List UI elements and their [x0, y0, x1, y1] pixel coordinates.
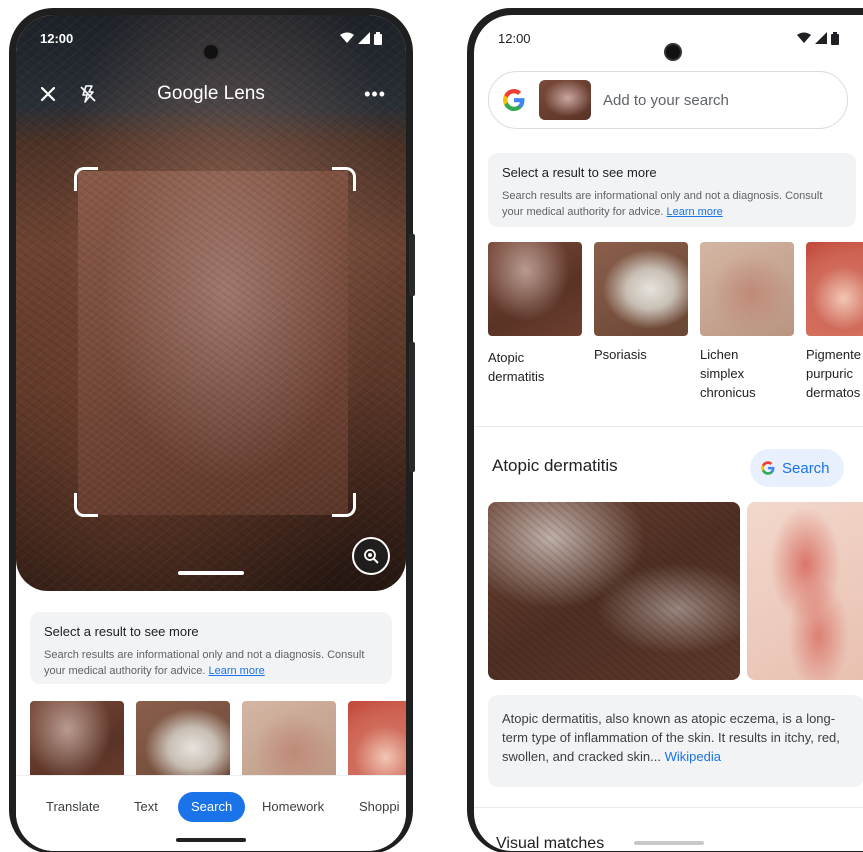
- topic-description-card[interactable]: Atopic dermatitis, also known as atopic …: [488, 695, 863, 787]
- wifi-icon: [797, 32, 811, 43]
- disclaimer-card: Select a result to see more Search resul…: [488, 153, 856, 227]
- section-divider: [474, 807, 863, 808]
- signal-icon: [815, 32, 827, 44]
- visual-matches-heading: Visual matches: [496, 835, 605, 851]
- app-title: Google Lens: [157, 83, 265, 104]
- status-time: 12:00: [498, 30, 531, 46]
- result-label[interactable]: Pigmente purpuric dermatos: [806, 345, 863, 402]
- result-label[interactable]: Atopic dermatitis: [488, 348, 578, 386]
- selection-region[interactable]: [78, 171, 348, 515]
- search-placeholder: Add to your search: [603, 91, 729, 109]
- status-icons: [340, 31, 382, 45]
- result-label[interactable]: Psoriasis: [594, 345, 684, 364]
- result-thumbnail-lichen[interactable]: [700, 242, 794, 336]
- search-box[interactable]: Add to your search: [488, 71, 848, 129]
- topic-search-label: Search: [782, 459, 830, 477]
- home-gesture-bar[interactable]: [176, 838, 246, 842]
- mode-shopping[interactable]: Shoppi: [359, 792, 399, 822]
- sheet-drag-handle[interactable]: [178, 571, 244, 575]
- phone-right: 12:00 Add to your search Select a result…: [467, 8, 863, 852]
- power-button: [409, 342, 415, 472]
- result-thumbnail-psoriasis[interactable]: [594, 242, 688, 336]
- mode-homework[interactable]: Homework: [262, 792, 324, 822]
- crop-handle-top-right[interactable]: [332, 167, 356, 191]
- disclaimer-heading: Select a result to see more: [44, 624, 199, 639]
- disclaimer-card: Select a result to see more Search resul…: [30, 612, 392, 684]
- learn-more-link[interactable]: Learn more: [208, 665, 264, 677]
- status-icons: [797, 31, 839, 45]
- google-logo-icon: [503, 89, 525, 111]
- mode-translate[interactable]: Translate: [46, 792, 100, 822]
- lens-toolbar: Google Lens •••: [16, 77, 406, 111]
- volume-button: [409, 234, 415, 296]
- crop-handle-top-left[interactable]: [74, 167, 98, 191]
- disclaimer-text: Search results are informational only an…: [502, 190, 823, 218]
- mode-selector: Translate Text Search Homework Shoppi: [16, 775, 406, 851]
- results-screen: 12:00 Add to your search Select a result…: [474, 15, 863, 851]
- home-gesture-bar[interactable]: [634, 841, 704, 845]
- image-search-icon[interactable]: [352, 537, 390, 575]
- camera-viewfinder[interactable]: 12:00 Google Lens •••: [16, 15, 406, 591]
- front-camera: [664, 43, 682, 61]
- topic-image[interactable]: [488, 502, 740, 680]
- disclaimer-text: Search results are informational only an…: [44, 649, 365, 677]
- query-image-thumbnail[interactable]: [539, 80, 591, 120]
- result-label[interactable]: Lichen simplex chronicus: [700, 345, 780, 402]
- result-thumbnail-atopic[interactable]: [488, 242, 582, 336]
- topic-image[interactable]: [747, 502, 863, 680]
- mode-text[interactable]: Text: [134, 792, 158, 822]
- mode-search[interactable]: Search: [178, 792, 246, 822]
- disclaimer-heading: Select a result to see more: [502, 165, 657, 180]
- phone-left: 12:00 Google Lens ••• Select a result to…: [9, 8, 415, 852]
- result-thumbnail-pigmented[interactable]: [806, 242, 863, 336]
- lens-screen: 12:00 Google Lens ••• Select a result to…: [16, 15, 406, 851]
- section-divider: [474, 426, 863, 427]
- status-time: 12:00: [40, 30, 74, 46]
- topic-title: Atopic dermatitis: [492, 456, 618, 475]
- crop-handle-bottom-right[interactable]: [332, 493, 356, 517]
- front-camera: [202, 43, 220, 61]
- signal-icon: [358, 32, 370, 44]
- battery-icon: [374, 31, 382, 45]
- google-g-icon: [761, 461, 775, 475]
- learn-more-link[interactable]: Learn more: [666, 206, 722, 218]
- crop-handle-bottom-left[interactable]: [74, 493, 98, 517]
- topic-search-button[interactable]: Search: [750, 449, 844, 487]
- battery-icon: [831, 31, 839, 45]
- wifi-icon: [340, 32, 354, 43]
- wikipedia-link[interactable]: Wikipedia: [665, 749, 721, 764]
